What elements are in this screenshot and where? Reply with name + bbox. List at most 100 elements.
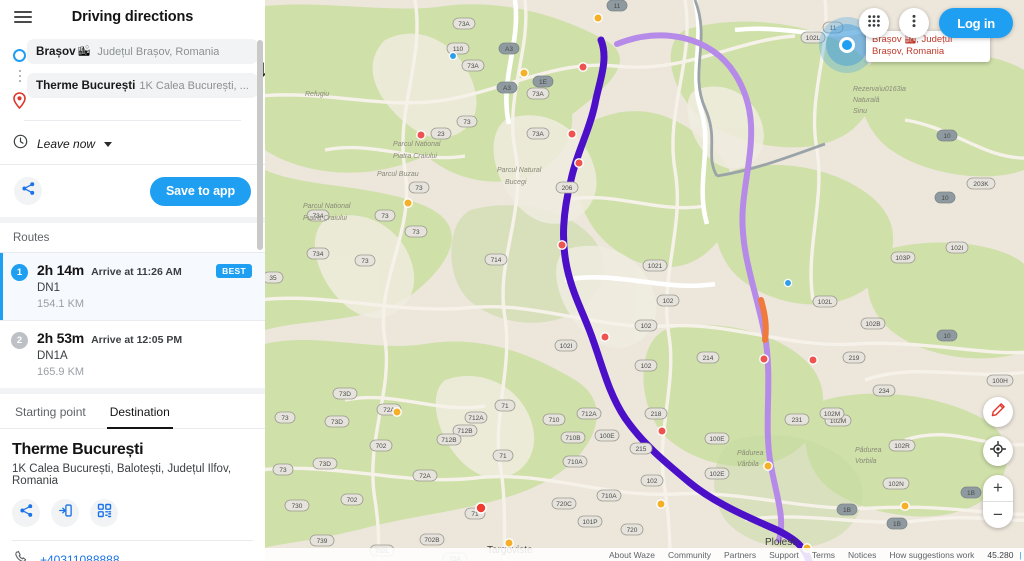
map-view[interactable]: .rd { stroke:#ffffff; fill:none; } .rd2 … (265, 0, 1024, 561)
svg-text:1B: 1B (843, 507, 851, 514)
hamburger-icon[interactable] (14, 10, 32, 23)
svg-text:702: 702 (376, 443, 387, 450)
current-location-marker (819, 17, 875, 73)
svg-text:712B: 712B (457, 428, 472, 435)
zoom-out-button[interactable]: − (983, 502, 1013, 528)
svg-text:11: 11 (614, 3, 621, 10)
svg-text:10: 10 (943, 333, 951, 340)
more-vertical-icon (907, 14, 921, 33)
directions-sidebar: Driving directions Brașov 🏙 Județul Braș… (0, 0, 265, 561)
svg-text:702: 702 (347, 497, 358, 504)
svg-text:102I: 102I (560, 343, 573, 350)
tab-destination[interactable]: Destination (106, 394, 173, 429)
svg-text:73: 73 (281, 415, 289, 422)
send-to-phone-icon (58, 503, 73, 523)
destination-address: 1K Calea București, Balotești, Județul I… (12, 463, 232, 487)
route-dots-icon (18, 66, 21, 86)
svg-text:710A: 710A (567, 459, 583, 466)
svg-text:10: 10 (943, 133, 951, 140)
apps-grid-button[interactable] (859, 8, 890, 38)
svg-text:Sinu: Sinu (853, 108, 867, 115)
svg-text:73A: 73A (467, 63, 479, 70)
svg-text:102: 102 (641, 323, 652, 330)
footer-link-partners[interactable]: Partners (724, 550, 756, 560)
svg-text:Vârbila: Vârbila (737, 461, 759, 468)
sidebar-scroll-area: Driving directions Brașov 🏙 Județul Braș… (0, 0, 265, 561)
qr-code-icon (97, 503, 112, 523)
route-via: DN1 (37, 282, 61, 294)
destination-subtext: 1K Calea București, ... (139, 79, 249, 92)
svg-text:71: 71 (501, 403, 509, 410)
svg-text:73: 73 (463, 119, 471, 126)
login-button[interactable]: Log in (939, 8, 1013, 38)
map-canvas: .rd { stroke:#ffffff; fill:none; } .rd2 … (265, 0, 1024, 561)
city-flag-icon: 🏙 (77, 46, 91, 57)
footer-link-about[interactable]: About Waze (609, 550, 655, 560)
map-side-controls: + − (983, 397, 1013, 528)
action-row: Save to app (0, 165, 265, 217)
route-number-badge: 2 (11, 332, 28, 349)
svg-text:Pădurea: Pădurea (737, 450, 764, 457)
svg-text:102E: 102E (709, 471, 725, 478)
route-arrival-time: Arrive at 11:26 AM (91, 266, 182, 278)
destination-input[interactable]: Therme București 1K Calea București, ... (27, 73, 258, 98)
qr-code-button[interactable] (90, 499, 118, 527)
chevron-down-icon[interactable] (104, 141, 113, 147)
svg-text:73A: 73A (458, 21, 470, 28)
destination-detail-panel: Therme București 1K Calea București, Bal… (0, 429, 265, 561)
svg-text:100H: 100H (992, 378, 1008, 385)
footer-link-support[interactable]: Support (769, 550, 799, 560)
share-icon (21, 181, 36, 201)
svg-text:102I: 102I (951, 245, 964, 252)
svg-text:100E: 100E (599, 433, 615, 440)
svg-text:72A: 72A (419, 473, 431, 480)
svg-text:Parcul National: Parcul National (303, 203, 351, 210)
route-option-2[interactable]: 2 2h 53m Arrive at 12:05 PM DN1A 165.9 K… (0, 320, 265, 388)
footer-link-suggestions[interactable]: How suggestions work (889, 550, 974, 560)
footer-link-community[interactable]: Community (668, 550, 711, 560)
svg-text:A3: A3 (503, 85, 511, 92)
phone-number[interactable]: +40311088888 (40, 553, 120, 561)
apps-grid-icon (867, 14, 881, 33)
routes-section-label: Routes (0, 223, 265, 252)
origin-input[interactable]: Brașov 🏙 Județul Brașov, Romania (27, 39, 258, 64)
svg-text:101P: 101P (582, 519, 597, 526)
svg-text:110: 110 (453, 46, 464, 53)
sidebar-scrollbar[interactable] (257, 40, 263, 250)
svg-text:103P: 103P (895, 255, 910, 262)
tab-starting-point[interactable]: Starting point (12, 394, 89, 428)
svg-text:Ploiesti: Ploiesti (765, 537, 797, 548)
svg-text:73A: 73A (532, 131, 544, 138)
destination-name: Therme București (36, 79, 136, 92)
locate-me-button[interactable] (983, 436, 1013, 466)
edit-map-button[interactable] (983, 397, 1013, 427)
origin-name: Brașov (36, 45, 76, 58)
svg-text:102L: 102L (818, 299, 833, 306)
svg-text:710B: 710B (565, 435, 580, 442)
route-arrival-time: Arrive at 12:05 PM (91, 334, 183, 346)
send-to-phone-button[interactable] (51, 499, 79, 527)
leave-time-selector[interactable]: Leave now (0, 125, 265, 164)
svg-text:Piatra Craiului: Piatra Craiului (393, 153, 437, 160)
share-route-button[interactable] (14, 177, 42, 205)
svg-text:Vorbila: Vorbila (855, 458, 877, 465)
route-option-1[interactable]: 1 2h 14m Arrive at 11:26 AM DN1 154.1 KM… (0, 252, 265, 320)
route-duration: 2h 14m (37, 262, 85, 278)
route-via: DN1A (37, 350, 68, 362)
svg-text:Refugiu: Refugiu (305, 91, 329, 98)
svg-text:73: 73 (381, 213, 389, 220)
svg-text:102: 102 (641, 363, 652, 370)
page-title: Driving directions (71, 8, 194, 25)
footer-link-terms[interactable]: Terms (812, 550, 835, 560)
svg-text:1E: 1E (539, 79, 548, 86)
save-to-app-button[interactable]: Save to app (149, 176, 251, 206)
share-place-button[interactable] (12, 499, 40, 527)
pencil-edit-icon (990, 402, 1006, 423)
more-options-button[interactable] (899, 8, 930, 38)
svg-text:73: 73 (361, 258, 369, 265)
map-coordinates: 45.280 | 25.448 (987, 549, 1024, 560)
svg-text:712B: 712B (441, 437, 456, 444)
svg-text:710: 710 (549, 417, 560, 424)
zoom-in-button[interactable]: + (983, 475, 1013, 501)
footer-link-notices[interactable]: Notices (848, 550, 876, 560)
